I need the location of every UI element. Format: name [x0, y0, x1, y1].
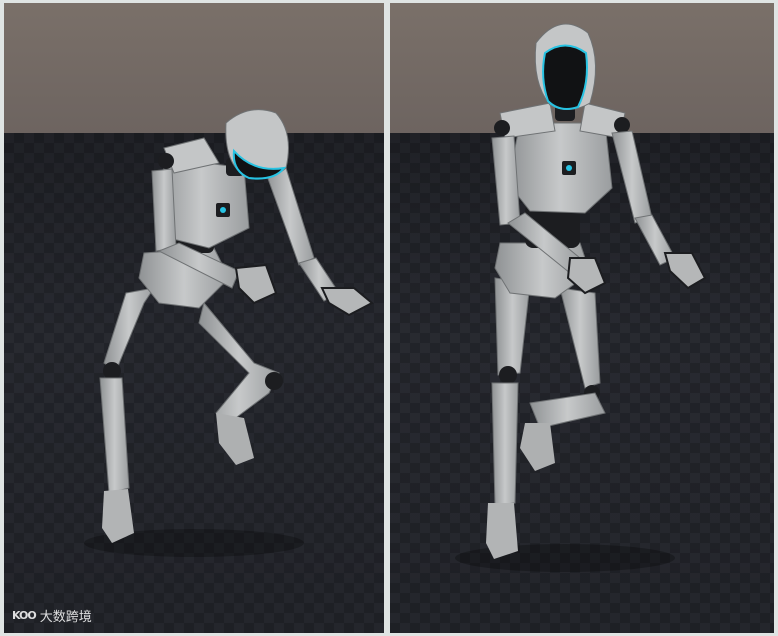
watermark: KOO 大数跨境 [12, 606, 92, 625]
watermark-logo: KOO [12, 609, 37, 622]
robot-mannequin-standing-crouch [455, 23, 707, 572]
robot-mannequin-crouching [84, 109, 374, 557]
comparison-frame: KOO 大数跨境 [0, 0, 778, 636]
left-render-view: KOO 大数跨境 [4, 3, 384, 633]
right-render-view [390, 3, 774, 633]
watermark-text: 大数跨境 [39, 610, 92, 625]
